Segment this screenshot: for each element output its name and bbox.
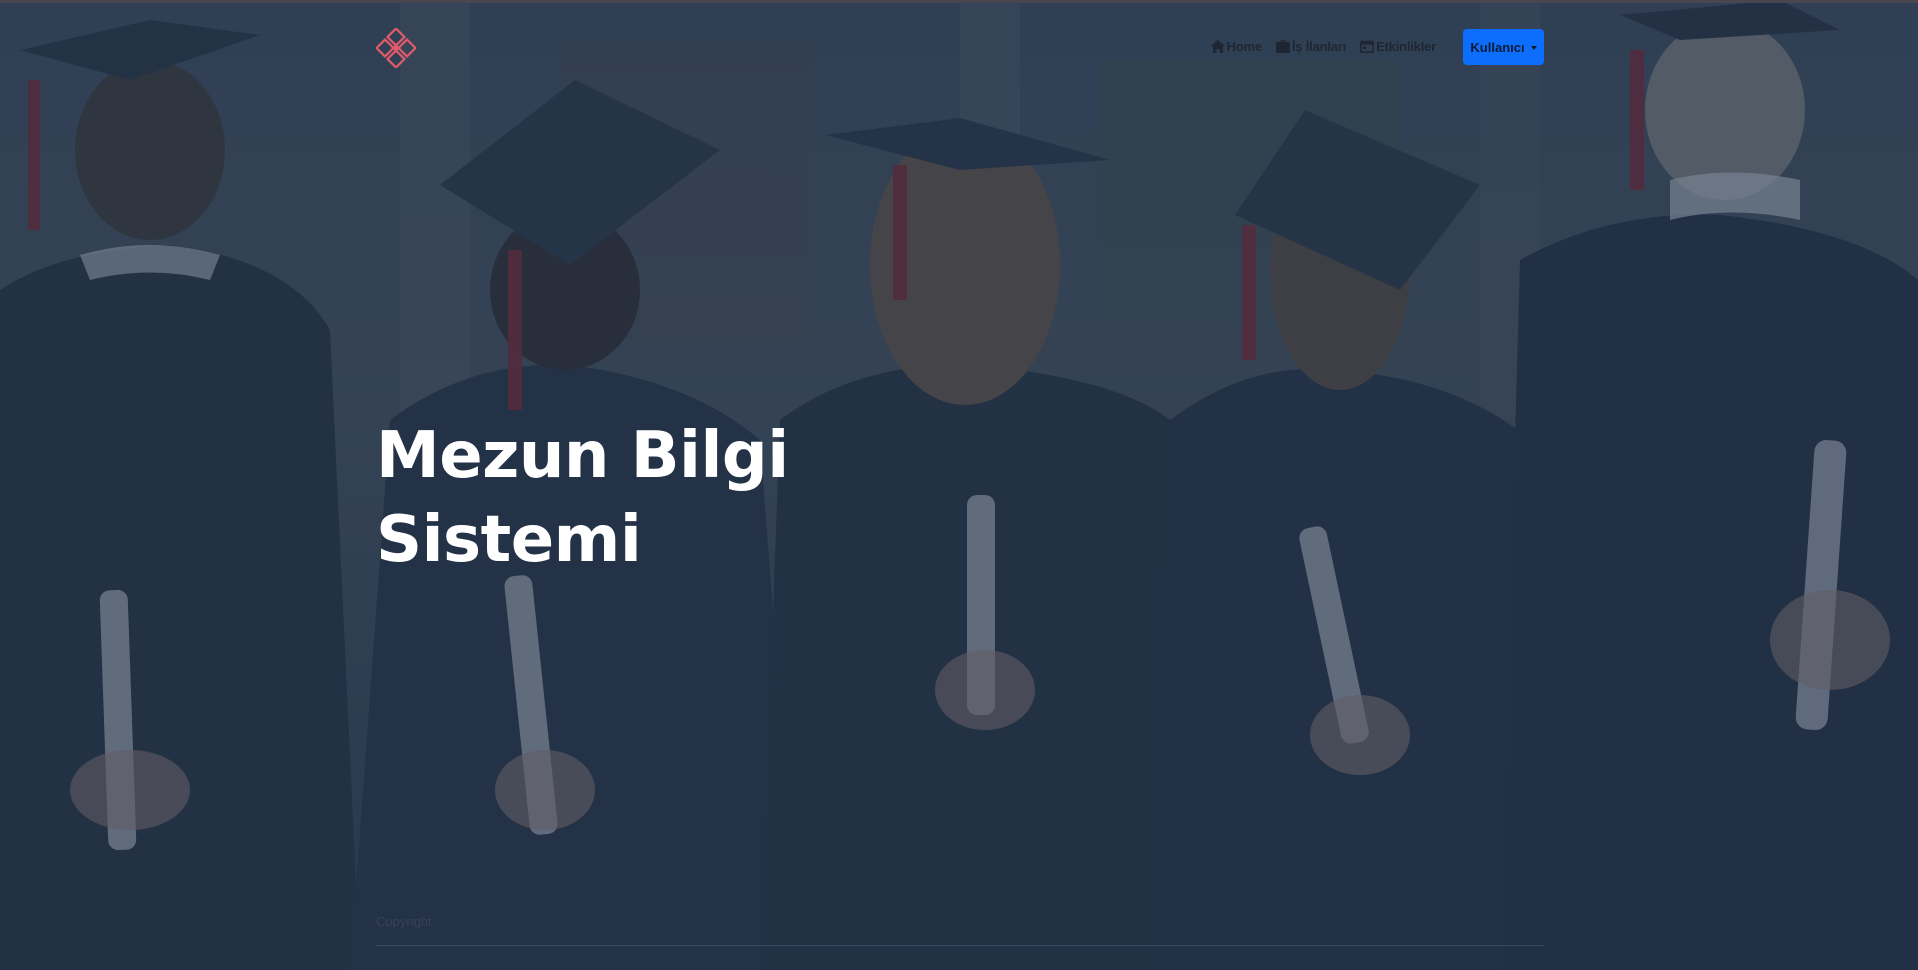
user-dropdown-label: Kullanıcı	[1470, 39, 1525, 55]
footer-divider	[376, 945, 1544, 946]
nav-links: Home İş İlanları Etkinlikler	[1210, 39, 1436, 54]
nav-item-events-label: Etkinlikler	[1376, 39, 1436, 54]
hero-section: Home İş İlanları Etkinlikler Kullanıcı M…	[0, 0, 1918, 970]
clover-diamond-logo-icon[interactable]	[376, 28, 416, 68]
briefcase-icon	[1275, 40, 1290, 53]
nav-item-jobs-label: İş İlanları	[1291, 39, 1347, 54]
page-title-line1: Mezun Bilgi	[376, 419, 789, 493]
caret-down-icon	[1530, 45, 1537, 50]
calendar-icon	[1360, 40, 1375, 53]
nav-item-home[interactable]: Home	[1210, 39, 1263, 54]
nav-item-jobs[interactable]: İş İlanları	[1275, 39, 1347, 54]
nav-item-home-label: Home	[1226, 39, 1263, 54]
user-dropdown-button[interactable]: Kullanıcı	[1463, 29, 1544, 65]
home-icon	[1210, 40, 1225, 53]
top-border	[0, 0, 1918, 3]
page-title: Mezun Bilgi Sistemi	[376, 414, 789, 582]
background-overlay	[0, 0, 1918, 970]
nav-item-events[interactable]: Etkinlikler	[1360, 39, 1436, 54]
navbar: Home İş İlanları Etkinlikler Kullanıcı	[376, 26, 1544, 70]
page-title-line2: Sistemi	[376, 503, 642, 577]
footer-label: Copyright	[376, 914, 432, 929]
